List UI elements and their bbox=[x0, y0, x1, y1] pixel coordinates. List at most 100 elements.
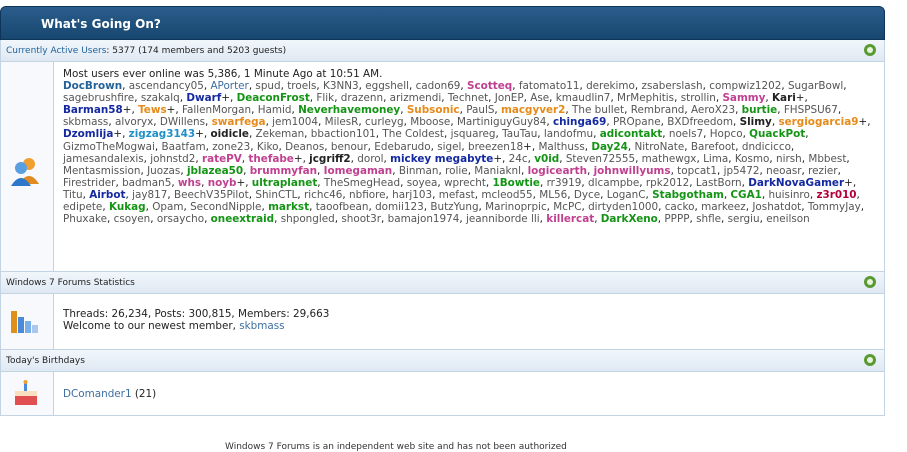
user-link[interactable]: nirsh bbox=[776, 153, 802, 165]
user-link[interactable]: huisinro bbox=[768, 189, 809, 201]
user-link[interactable]: whs bbox=[178, 177, 201, 189]
user-link[interactable]: rr3919 bbox=[547, 177, 582, 189]
user-link[interactable]: Hamid bbox=[258, 104, 292, 116]
user-link[interactable]: JonEP bbox=[495, 92, 524, 104]
user-link[interactable]: jay817 bbox=[132, 189, 167, 201]
user-link[interactable]: FHSPSU67 bbox=[784, 104, 838, 116]
user-link[interactable]: thefabe bbox=[248, 153, 293, 165]
user-link[interactable]: Mbbest bbox=[808, 153, 846, 165]
user-link[interactable]: DeaconFrost bbox=[237, 92, 310, 104]
user-link[interactable]: neoasr bbox=[766, 165, 801, 177]
user-link[interactable]: Airbot bbox=[89, 189, 125, 201]
user-link[interactable]: harj103 bbox=[392, 189, 432, 201]
user-link[interactable]: alvoryx bbox=[115, 116, 153, 128]
user-link[interactable]: zigzag3143 bbox=[129, 128, 195, 140]
user-link[interactable]: rolie bbox=[445, 165, 468, 177]
user-link[interactable]: csoyen bbox=[114, 213, 151, 225]
user-link[interactable]: johnstd2 bbox=[150, 153, 195, 165]
user-link[interactable]: Flik bbox=[316, 92, 334, 104]
user-link[interactable]: FallenMorgan bbox=[182, 104, 251, 116]
user-link[interactable]: landofmu bbox=[544, 128, 593, 140]
user-link[interactable]: soyea bbox=[407, 177, 438, 189]
user-link[interactable]: sergiogarcia9 bbox=[778, 116, 858, 128]
user-link[interactable]: swarfega bbox=[212, 116, 266, 128]
user-link[interactable]: TommyJay bbox=[808, 201, 861, 213]
user-link[interactable]: mathewgx bbox=[642, 153, 697, 165]
user-link[interactable]: mefast bbox=[439, 189, 475, 201]
user-link[interactable]: MartiniguyGuy84 bbox=[457, 116, 546, 128]
user-link[interactable]: Titu bbox=[63, 189, 83, 201]
user-link[interactable]: SugarBowl bbox=[788, 80, 843, 92]
user-link[interactable]: The bullet bbox=[572, 104, 624, 116]
user-link[interactable]: z3r010 bbox=[816, 189, 856, 201]
user-link[interactable]: Binman bbox=[399, 165, 439, 177]
user-link[interactable]: Maniaknl bbox=[474, 165, 521, 177]
user-link[interactable]: logicearth bbox=[528, 165, 587, 177]
newest-member-link[interactable]: skbmass bbox=[239, 320, 284, 332]
user-link[interactable]: McPC bbox=[553, 201, 581, 213]
user-link[interactable]: Steven72555 bbox=[566, 153, 635, 165]
user-link[interactable]: ShinCTL bbox=[255, 189, 297, 201]
user-link[interactable]: dorol bbox=[357, 153, 383, 165]
user-link[interactable]: Deanos bbox=[285, 141, 324, 153]
user-link[interactable]: dlcampbe bbox=[588, 177, 639, 189]
user-link[interactable]: ascendancy05 bbox=[129, 80, 204, 92]
user-link[interactable]: Mboose bbox=[410, 116, 450, 128]
user-link[interactable]: szakalq bbox=[141, 92, 180, 104]
user-link[interactable]: mcleod55 bbox=[481, 189, 532, 201]
user-link[interactable]: jcgriff2 bbox=[309, 153, 351, 165]
user-link[interactable]: Sammy bbox=[722, 92, 765, 104]
user-link[interactable]: troels bbox=[287, 80, 316, 92]
user-link[interactable]: cadon69 bbox=[416, 80, 461, 92]
user-link[interactable]: 1Bowtie bbox=[493, 177, 540, 189]
user-link[interactable]: skbmass bbox=[63, 116, 108, 128]
user-link[interactable]: derekimo bbox=[586, 80, 635, 92]
user-link[interactable]: Scotteq bbox=[467, 80, 512, 92]
user-link[interactable]: Technet bbox=[448, 92, 488, 104]
user-link[interactable]: sigel bbox=[437, 141, 461, 153]
user-link[interactable]: BXDfreedom bbox=[667, 116, 733, 128]
user-link[interactable]: jp5472 bbox=[724, 165, 760, 177]
user-link[interactable]: johnwillyums bbox=[594, 165, 671, 177]
user-link[interactable]: CGA1 bbox=[730, 189, 761, 201]
user-link[interactable]: domii123 bbox=[375, 201, 424, 213]
user-link[interactable]: ML56 bbox=[539, 189, 567, 201]
user-link[interactable]: Ase bbox=[530, 92, 549, 104]
user-link[interactable]: Neverhavemoney bbox=[298, 104, 400, 116]
user-link[interactable]: PaulS bbox=[466, 104, 494, 116]
user-link[interactable]: ButzYung bbox=[430, 201, 478, 213]
user-link[interactable]: noyb bbox=[208, 177, 237, 189]
user-link[interactable]: Dzomlija bbox=[63, 128, 113, 140]
user-link[interactable]: shoot3r bbox=[341, 213, 381, 225]
user-link[interactable]: ultraplanet bbox=[252, 177, 317, 189]
user-link[interactable]: badman5 bbox=[122, 177, 171, 189]
user-link[interactable]: shfle bbox=[696, 213, 721, 225]
user-link[interactable]: Opam bbox=[152, 201, 183, 213]
user-link[interactable]: jeanniborde lli bbox=[466, 213, 540, 225]
user-link[interactable]: mickey megabyte bbox=[390, 153, 493, 165]
user-link[interactable]: NitroNate bbox=[635, 141, 685, 153]
user-link[interactable]: brummyfan bbox=[250, 165, 317, 177]
user-link[interactable]: rpk2012 bbox=[646, 177, 689, 189]
user-link[interactable]: nbfiore bbox=[349, 189, 386, 201]
user-link[interactable]: 24c bbox=[509, 153, 528, 165]
user-link[interactable]: jamesandalexis bbox=[63, 153, 144, 165]
user-link[interactable]: adicontakt bbox=[600, 128, 663, 140]
active-users-link[interactable]: Currently Active Users bbox=[6, 46, 106, 56]
refresh-icon[interactable] bbox=[864, 44, 876, 56]
user-link[interactable]: The Coldest bbox=[382, 128, 444, 140]
refresh-icon[interactable] bbox=[864, 354, 876, 366]
user-link[interactable]: Kari bbox=[772, 92, 796, 104]
user-link[interactable]: v0id bbox=[534, 153, 559, 165]
user-link[interactable]: Kukag bbox=[109, 201, 146, 213]
user-link[interactable]: eggshell bbox=[365, 80, 409, 92]
user-link[interactable]: Tews bbox=[138, 104, 167, 116]
user-link[interactable]: K3NN3 bbox=[323, 80, 359, 92]
user-link[interactable]: Joshatdot bbox=[752, 201, 801, 213]
user-link[interactable]: cacko bbox=[665, 201, 695, 213]
user-link[interactable]: macgyver2 bbox=[501, 104, 565, 116]
user-link[interactable]: jblazea50 bbox=[187, 165, 243, 177]
user-link[interactable]: Kosmo bbox=[735, 153, 770, 165]
user-link[interactable]: dirtyden1000 bbox=[588, 201, 658, 213]
user-link[interactable]: dndicicco bbox=[742, 141, 791, 153]
